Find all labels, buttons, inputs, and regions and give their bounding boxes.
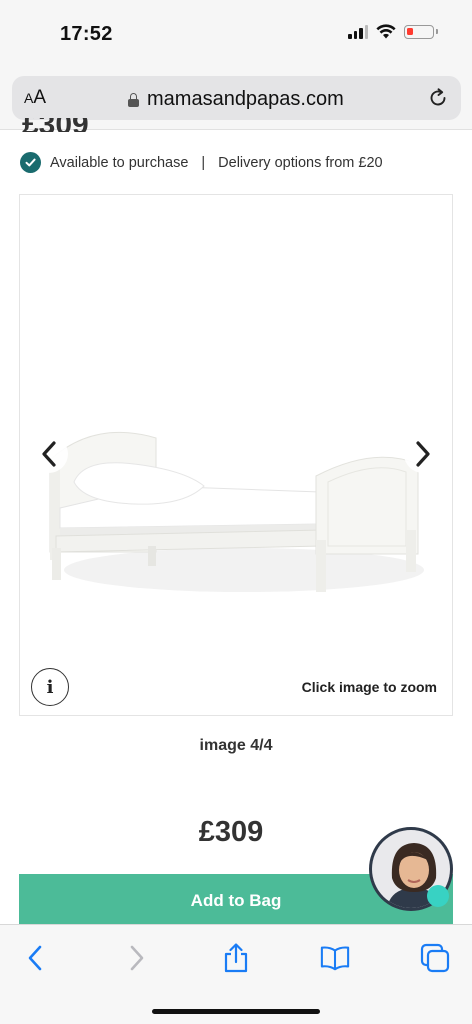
product-image-bed[interactable] [44,420,424,600]
status-icons [348,24,438,39]
reload-icon[interactable] [427,87,449,109]
chevron-right-icon [416,441,430,467]
info-button[interactable]: i [31,668,69,706]
availability-text: Available to purchase [50,154,189,171]
forward-arrow-icon [130,945,144,971]
wifi-icon [376,24,396,39]
chat-online-indicator [427,885,449,907]
image-counter: image 4/4 [199,737,273,754]
delivery-text: Delivery options from £20 [218,154,383,171]
lock-icon [128,92,139,107]
home-indicator[interactable] [152,1009,320,1014]
next-image-button[interactable] [404,435,442,473]
checkmark-circle-icon [20,152,41,173]
separator: | [201,154,206,171]
url-display[interactable]: mamasandpapas.com [128,88,344,111]
scrolled-price-partial: £309 [22,118,89,132]
share-button[interactable] [221,943,251,973]
forward-button[interactable] [122,943,152,973]
cellular-signal-icon [348,24,368,39]
share-icon [224,943,248,973]
back-arrow-icon [28,945,42,971]
text-size-large-a: A [33,87,47,108]
tabs-icon [420,943,450,973]
tabs-button[interactable] [420,943,450,973]
zoom-hint[interactable]: Click image to zoom [302,679,437,695]
text-size-small-a: A [24,90,34,106]
availability-row: Available to purchase | Delivery options… [20,152,383,173]
address-bar[interactable]: AA mamasandpapas.com [12,76,461,120]
chevron-left-icon [42,441,56,467]
bookmarks-button[interactable] [320,943,350,973]
info-icon: i [46,676,54,698]
previous-image-button[interactable] [30,435,68,473]
battery-icon [404,24,438,39]
url-text: mamasandpapas.com [147,88,344,110]
book-icon [320,946,350,971]
status-time: 17:52 [60,23,113,45]
text-size-button[interactable]: AA [24,87,46,109]
product-image-gallery[interactable]: i Click image to zoom [19,194,453,716]
back-button[interactable] [20,943,50,973]
status-bar: 17:52 [0,0,472,70]
browser-toolbar [0,924,472,1024]
